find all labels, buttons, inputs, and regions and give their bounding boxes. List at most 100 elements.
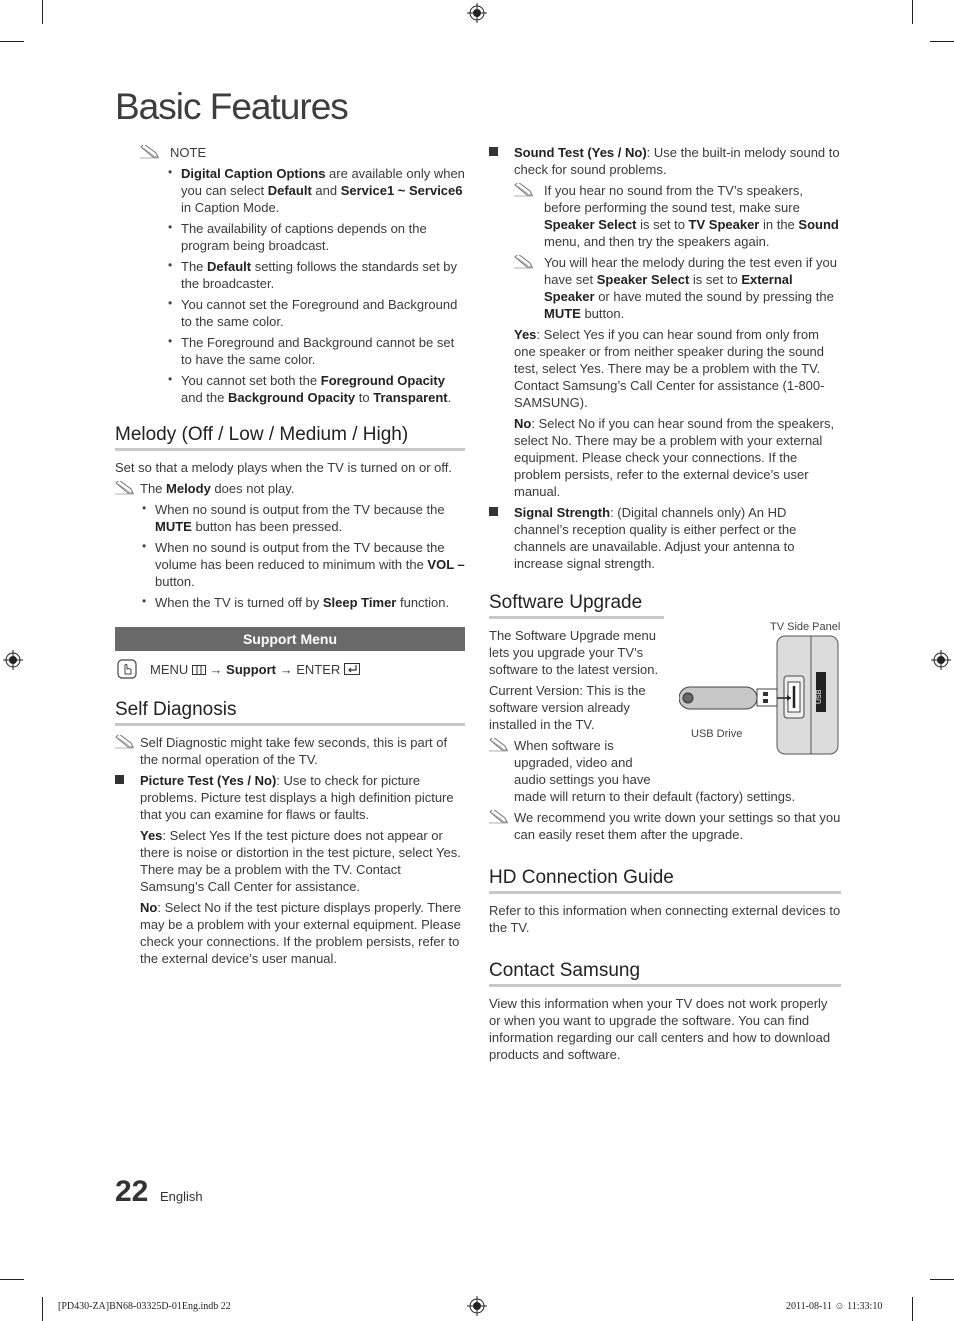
- hd-guide-text: Refer to this information when connectin…: [489, 903, 841, 935]
- note-bullet-list: Digital Caption Options are available on…: [166, 164, 465, 406]
- crop-mark: [42, 1297, 43, 1321]
- support-menu-bar: Support Menu: [115, 627, 465, 651]
- registration-mark-icon: [467, 3, 487, 23]
- square-bullet-icon: [489, 147, 498, 156]
- picture-test-text: Picture Test (Yes / No): Use to check fo…: [140, 773, 454, 822]
- sound-test-text: Sound Test (Yes / No): Use the built-in …: [514, 145, 840, 177]
- sound-note-text: If you hear no sound from the TV’s speak…: [544, 183, 839, 249]
- picture-test-item: Picture Test (Yes / No): Use to check fo…: [115, 772, 465, 967]
- melody-bullet-item: When no sound is output from the TV beca…: [140, 538, 465, 590]
- bold-term: Foreground Opacity: [320, 373, 445, 388]
- signal-strength-item: Signal Strength: (Digital channels only)…: [489, 504, 841, 572]
- software-note-text-a: When software is upgraded, video and aud…: [514, 738, 651, 787]
- sound-test-item: Sound Test (Yes / No): Use the built-in …: [489, 144, 841, 500]
- pencil-note-icon: [115, 735, 134, 749]
- crop-mark: [930, 41, 954, 42]
- section-heading-software-upgrade: Software Upgrade: [489, 592, 664, 619]
- note-block: NOTE Digital Caption Options are availab…: [115, 144, 465, 406]
- bold-term: MUTE: [155, 519, 192, 534]
- software-current-version: Current Version: This is the software ve…: [489, 683, 646, 732]
- crop-mark: [912, 0, 913, 24]
- bold-term: TV Speaker: [688, 217, 760, 232]
- sound-note-text: You will hear the melody during the test…: [544, 255, 837, 321]
- signal-strength-text: Signal Strength: (Digital channels only)…: [514, 505, 797, 571]
- sound-test-note: If you hear no sound from the TV’s speak…: [514, 182, 841, 250]
- note-bullet-item: You cannot set the Foreground and Backgr…: [166, 295, 465, 330]
- usb-drive-label: USB Drive: [691, 728, 743, 740]
- crop-mark: [42, 0, 43, 24]
- bold-term: Sound Test (Yes / No): [514, 145, 647, 160]
- square-bullet-icon: [115, 775, 124, 784]
- menu-label: MENU: [150, 662, 189, 677]
- pencil-note-icon: [115, 481, 134, 495]
- bold-term: Service1 ~ Service6: [340, 183, 463, 198]
- menu-path: MENU → Support → ENTER: [115, 659, 465, 683]
- arrow-icon: →: [209, 662, 223, 677]
- pencil-note-icon: [140, 145, 159, 159]
- melody-bullet-list: When no sound is output from the TV beca…: [140, 500, 465, 611]
- sound-test-no: No: Select No if you can hear sound from…: [514, 416, 835, 499]
- enter-label: ENTER: [296, 662, 341, 677]
- enter-icon: [343, 663, 360, 675]
- bold-term: Yes: [140, 828, 163, 843]
- bold-term: Default: [207, 259, 252, 274]
- bold-term: Speaker Select: [544, 217, 637, 232]
- melody-note: The Melody does not play. When no sound …: [115, 480, 465, 611]
- crop-mark: [930, 1279, 954, 1280]
- pencil-note-icon: [489, 810, 508, 824]
- bold-term: Yes: [514, 327, 537, 342]
- left-column: NOTE Digital Caption Options are availab…: [115, 144, 465, 971]
- self-diagnosis-note: Self Diagnostic might take few seconds, …: [115, 734, 465, 768]
- picture-test-yes: Yes: Select Yes If the test picture does…: [140, 828, 461, 894]
- bold-term: Picture Test (Yes / No): [140, 773, 277, 788]
- note-bullet-item: The Default setting follows the standard…: [166, 257, 465, 292]
- page-language: English: [160, 1189, 203, 1204]
- melody-intro: Set so that a melody plays when the TV i…: [115, 460, 452, 475]
- bold-term: Transparent: [373, 390, 448, 405]
- note-bullet-item: The Foreground and Background cannot be …: [166, 333, 465, 368]
- crop-mark: [0, 1279, 24, 1280]
- registration-mark-icon: [467, 1296, 487, 1316]
- self-diagnosis-note-text: Self Diagnostic might take few seconds, …: [140, 735, 448, 767]
- arrow-icon: →: [279, 662, 293, 677]
- software-upgrade-intro: The Software Upgrade menu lets you upgra…: [489, 628, 659, 677]
- page-number: 22: [115, 1175, 149, 1208]
- remote-hand-icon: [117, 659, 137, 679]
- sound-test-note: You will hear the melody during the test…: [514, 254, 841, 322]
- section-heading-melody: Melody (Off / Low / Medium / High): [115, 424, 465, 451]
- bold-term: Digital Caption Options: [181, 166, 326, 181]
- bold-term: Speaker Select: [596, 272, 690, 287]
- square-bullet-icon: [489, 507, 498, 516]
- note-bullet-item: The availability of captions depends on …: [166, 219, 465, 254]
- right-column: Sound Test (Yes / No): Use the built-in …: [489, 144, 841, 1067]
- melody-bullet-item: When no sound is output from the TV beca…: [140, 500, 465, 535]
- bold-term: Support: [226, 662, 276, 677]
- melody-bullet-item: When the TV is turned off by Sleep Timer…: [140, 593, 465, 611]
- bold-term: Background Opacity: [228, 390, 356, 405]
- section-heading-self-diagnosis: Self Diagnosis: [115, 699, 465, 726]
- note-heading: NOTE: [170, 145, 207, 160]
- pencil-note-icon: [489, 738, 508, 752]
- registration-mark-icon: [931, 650, 951, 670]
- software-note2-text: We recommend you write down your setting…: [514, 810, 841, 842]
- footer-file-info: [PD430-ZA]BN68-03325D-01Eng.indb 22: [58, 1301, 231, 1312]
- melody-note-text: The Melody does not play.: [140, 481, 295, 496]
- bold-term: Sleep Timer: [322, 595, 397, 610]
- menu-icon: [191, 665, 206, 675]
- bold-term: No: [514, 416, 532, 431]
- bold-term: VOL –: [427, 557, 465, 572]
- usb-port-label: USB: [816, 689, 823, 704]
- registration-mark-icon: [3, 650, 23, 670]
- contact-text: View this information when your TV does …: [489, 996, 831, 1062]
- section-heading-contact-samsung: Contact Samsung: [489, 960, 841, 987]
- sound-test-yes: Yes: Select Yes if you can hear sound fr…: [514, 327, 825, 410]
- pencil-note-icon: [514, 255, 533, 269]
- bold-term: MUTE: [544, 306, 581, 321]
- page-title: Basic Features: [115, 86, 349, 127]
- section-heading-hd-connection-guide: HD Connection Guide: [489, 867, 841, 894]
- software-note-text-b: made will return to their default (facto…: [514, 789, 796, 804]
- bold-term: Sound: [798, 217, 839, 232]
- picture-test-no: No: Select No if the test picture displa…: [140, 900, 462, 966]
- bold-term: No: [140, 900, 158, 915]
- note-bullet-item: You cannot set both the Foreground Opaci…: [166, 371, 465, 406]
